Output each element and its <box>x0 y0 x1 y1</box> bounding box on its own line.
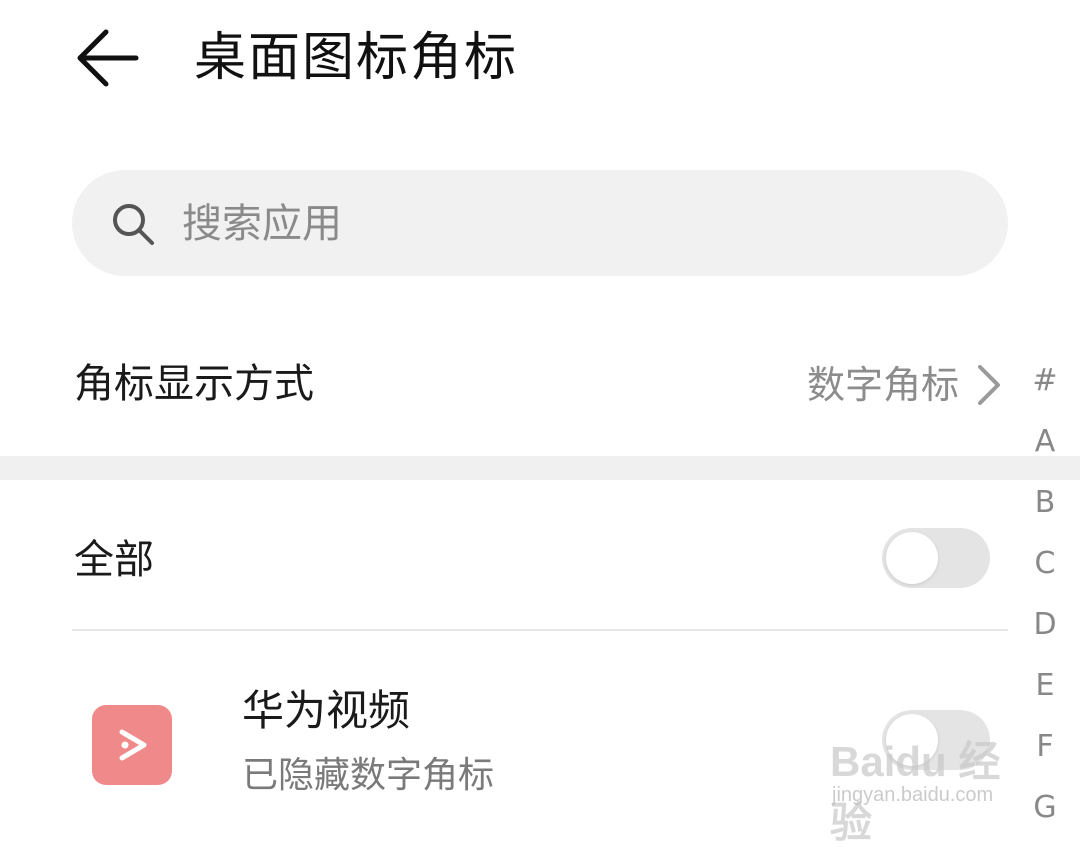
index-letter-e[interactable]: E <box>1025 666 1065 706</box>
chevron-right-icon <box>978 365 1000 405</box>
index-letter-f[interactable]: F <box>1025 727 1065 767</box>
all-apps-toggle[interactable] <box>882 528 990 588</box>
back-button[interactable] <box>72 22 144 94</box>
search-input[interactable] <box>180 190 964 258</box>
back-arrow-icon <box>77 29 139 87</box>
index-letter-g[interactable]: G <box>1025 788 1065 828</box>
divider <box>72 629 1008 631</box>
all-apps-row: 全部 <box>0 508 1015 608</box>
app-badge-status: 已隐藏数字角标 <box>242 755 495 796</box>
section-separator <box>0 456 1080 480</box>
app-row-huawei-video: 华为视频 已隐藏数字角标 <box>0 660 1015 836</box>
index-letter-a[interactable]: A <box>1025 422 1065 462</box>
page-title: 桌面图标角标 <box>194 28 519 88</box>
badge-mode-value: 数字角标 <box>806 363 959 407</box>
index-letter-b[interactable]: B <box>1025 483 1065 523</box>
index-letter-hash[interactable]: # <box>1025 361 1065 401</box>
app-name: 华为视频 <box>242 686 411 735</box>
badge-mode-row[interactable]: 角标显示方式 数字角标 <box>0 330 1015 440</box>
huawei-video-toggle[interactable] <box>882 710 990 770</box>
toggle-knob <box>886 532 938 584</box>
search-icon <box>113 204 154 245</box>
huawei-video-app-icon <box>92 705 172 785</box>
toggle-knob <box>886 714 938 766</box>
index-letter-c[interactable]: C <box>1025 544 1065 584</box>
play-icon <box>119 729 147 761</box>
all-apps-label: 全部 <box>74 537 154 583</box>
search-bar[interactable] <box>72 170 1008 276</box>
badge-mode-label: 角标显示方式 <box>74 361 314 407</box>
index-letter-d[interactable]: D <box>1025 605 1065 645</box>
